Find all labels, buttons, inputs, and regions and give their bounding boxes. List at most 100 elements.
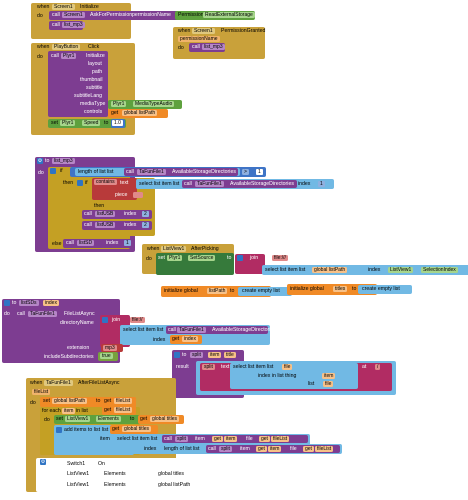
gear-icon[interactable] [102, 317, 108, 323]
media-type-chip[interactable]: MediaTypeAudio [133, 101, 175, 107]
index2-value[interactable]: 2 [142, 211, 149, 217]
setsource-chip[interactable]: SetSource [188, 255, 216, 261]
switch-chip[interactable]: Switch1 [67, 461, 85, 467]
global-name[interactable]: listPath [207, 288, 228, 294]
param-controls: controls [84, 109, 103, 115]
listpath-chip[interactable]: global listPath [122, 110, 158, 116]
at-label: at [362, 364, 367, 370]
path-chip[interactable]: global listPath [158, 482, 190, 488]
permission-value[interactable]: ReadExternalStorage [203, 12, 255, 18]
piece-value[interactable] [133, 192, 143, 198]
item-var-chip[interactable]: item [224, 436, 238, 442]
gear-icon[interactable] [50, 168, 56, 174]
gt-value[interactable]: 1 [256, 169, 263, 175]
file-var-chip[interactable]: file [282, 364, 293, 370]
media-player-chip[interactable]: Plyr1 [111, 101, 127, 107]
proc-call-chip[interactable]: list_mp3 [62, 22, 85, 28]
component-chip[interactable]: Screen1 [192, 28, 215, 34]
comp-chip[interactable]: TaFunFile1 [28, 311, 57, 317]
ext-value[interactable]: mp3 [103, 345, 117, 351]
arg1-chip[interactable]: item [208, 352, 222, 358]
plyr-chip[interactable]: Plyr1 [167, 255, 183, 261]
index4-value[interactable]: 1 [124, 240, 131, 246]
listview-chip[interactable]: ListView1 [161, 246, 187, 252]
slash-chip[interactable]: / [375, 364, 381, 370]
gt-chip[interactable]: > [242, 169, 249, 175]
index-value[interactable]: 1 [318, 181, 325, 187]
storage-chip[interactable]: TaFunFile1 [137, 169, 166, 175]
get6-chip[interactable]: get [259, 436, 270, 442]
storage2-chip[interactable]: TaFunFile1 [195, 181, 224, 187]
selectionindex-chip[interactable]: SelectionIndex [421, 267, 458, 273]
speed-value[interactable]: 1.0 [112, 120, 123, 126]
index3-value[interactable]: 2 [142, 222, 149, 228]
filelist-var[interactable]: fileList [114, 398, 133, 404]
get8-chip[interactable]: get [303, 446, 314, 452]
split-chip[interactable]: split [175, 436, 188, 442]
item3-var-chip[interactable]: item [268, 446, 282, 452]
listusb-chip[interactable]: listUSB [95, 211, 116, 217]
speed-prop-chip[interactable]: Speed [82, 120, 101, 126]
lv-chip[interactable]: ListView1 [388, 267, 414, 273]
filelist4-var[interactable]: fileList [315, 446, 334, 452]
comp2-chip[interactable]: TaFunFile1 [177, 327, 206, 333]
elements-chip[interactable]: Elements [96, 416, 121, 422]
get4-label: get [112, 426, 120, 432]
split-chip[interactable]: split [202, 364, 215, 370]
filelist-param[interactable]: fileList [32, 389, 51, 395]
file-chip[interactable]: file:/// [272, 255, 288, 261]
arg-chip[interactable]: index [43, 300, 59, 306]
proc-name-chip[interactable]: list_mp3 [52, 158, 75, 164]
component-chip[interactable]: TaFunFile1 [44, 380, 73, 386]
event-label: Initialize [80, 4, 99, 10]
arg2-chip[interactable]: title [224, 352, 236, 358]
titles-chip[interactable]: global titles [158, 471, 184, 477]
gear-icon[interactable]: ⚙ [40, 459, 46, 465]
true-chip[interactable]: true [100, 353, 113, 359]
listpath-var[interactable]: global listPath [52, 398, 88, 404]
to-label: to [96, 398, 101, 404]
lv2-chip[interactable]: ListView1 [67, 482, 89, 488]
gear-icon[interactable] [56, 427, 62, 433]
gear-icon[interactable] [77, 180, 83, 186]
get7-chip[interactable]: get [256, 446, 267, 452]
split-name-chip[interactable]: split [190, 352, 203, 358]
to-label: to [230, 288, 235, 294]
file-var2-chip[interactable]: file [323, 381, 334, 387]
gear-icon[interactable]: ⚙ [37, 158, 43, 164]
screen-chip[interactable]: Screen1 [62, 12, 85, 18]
item-chip[interactable]: item [62, 408, 76, 414]
lv1-prop[interactable]: Elements [104, 471, 126, 477]
filelist3-var[interactable]: fileList [271, 436, 290, 442]
idx-chip[interactable]: index [182, 336, 198, 342]
titles2-var[interactable]: global titles [122, 426, 152, 432]
player-chip[interactable]: Plyr1 [61, 53, 77, 59]
contains-chip[interactable]: contains [94, 179, 117, 185]
switch-prop[interactable]: On [98, 461, 105, 467]
speed-comp-chip[interactable]: Plyr1 [60, 120, 76, 126]
listsd-chip[interactable]: listUSB [95, 222, 116, 228]
to-label: to [182, 352, 187, 358]
when-label: when [147, 246, 160, 252]
component-chip[interactable]: PlayButton [52, 44, 81, 50]
component-chip[interactable]: Screen1 [52, 4, 75, 10]
titles-var[interactable]: global titles [150, 416, 180, 422]
list1-chip[interactable]: listSD [77, 240, 95, 246]
param-chip[interactable]: permissionName [178, 36, 220, 42]
get-listpath-chip[interactable]: global listPath [312, 267, 348, 273]
gear-icon[interactable] [237, 255, 243, 261]
lv2-prop[interactable]: Elements [104, 482, 126, 488]
proc-name-chip[interactable]: listSDs [19, 300, 39, 306]
lv-chip[interactable]: ListView1 [65, 416, 91, 422]
gear-icon[interactable] [174, 352, 180, 358]
gear-icon[interactable] [4, 300, 10, 306]
filelist2-var[interactable]: fileList [114, 407, 133, 413]
call-label: call [126, 169, 134, 175]
proc-call-chip[interactable]: list_mp3 [202, 44, 225, 50]
get5-chip[interactable]: get [212, 436, 223, 442]
global2-name[interactable]: titles [333, 286, 348, 292]
lv1-chip[interactable]: ListView1 [67, 471, 89, 477]
split2-chip[interactable]: split [219, 446, 232, 452]
fileroot-chip[interactable]: file:// [130, 317, 145, 323]
item-var-chip[interactable]: item [322, 373, 336, 379]
